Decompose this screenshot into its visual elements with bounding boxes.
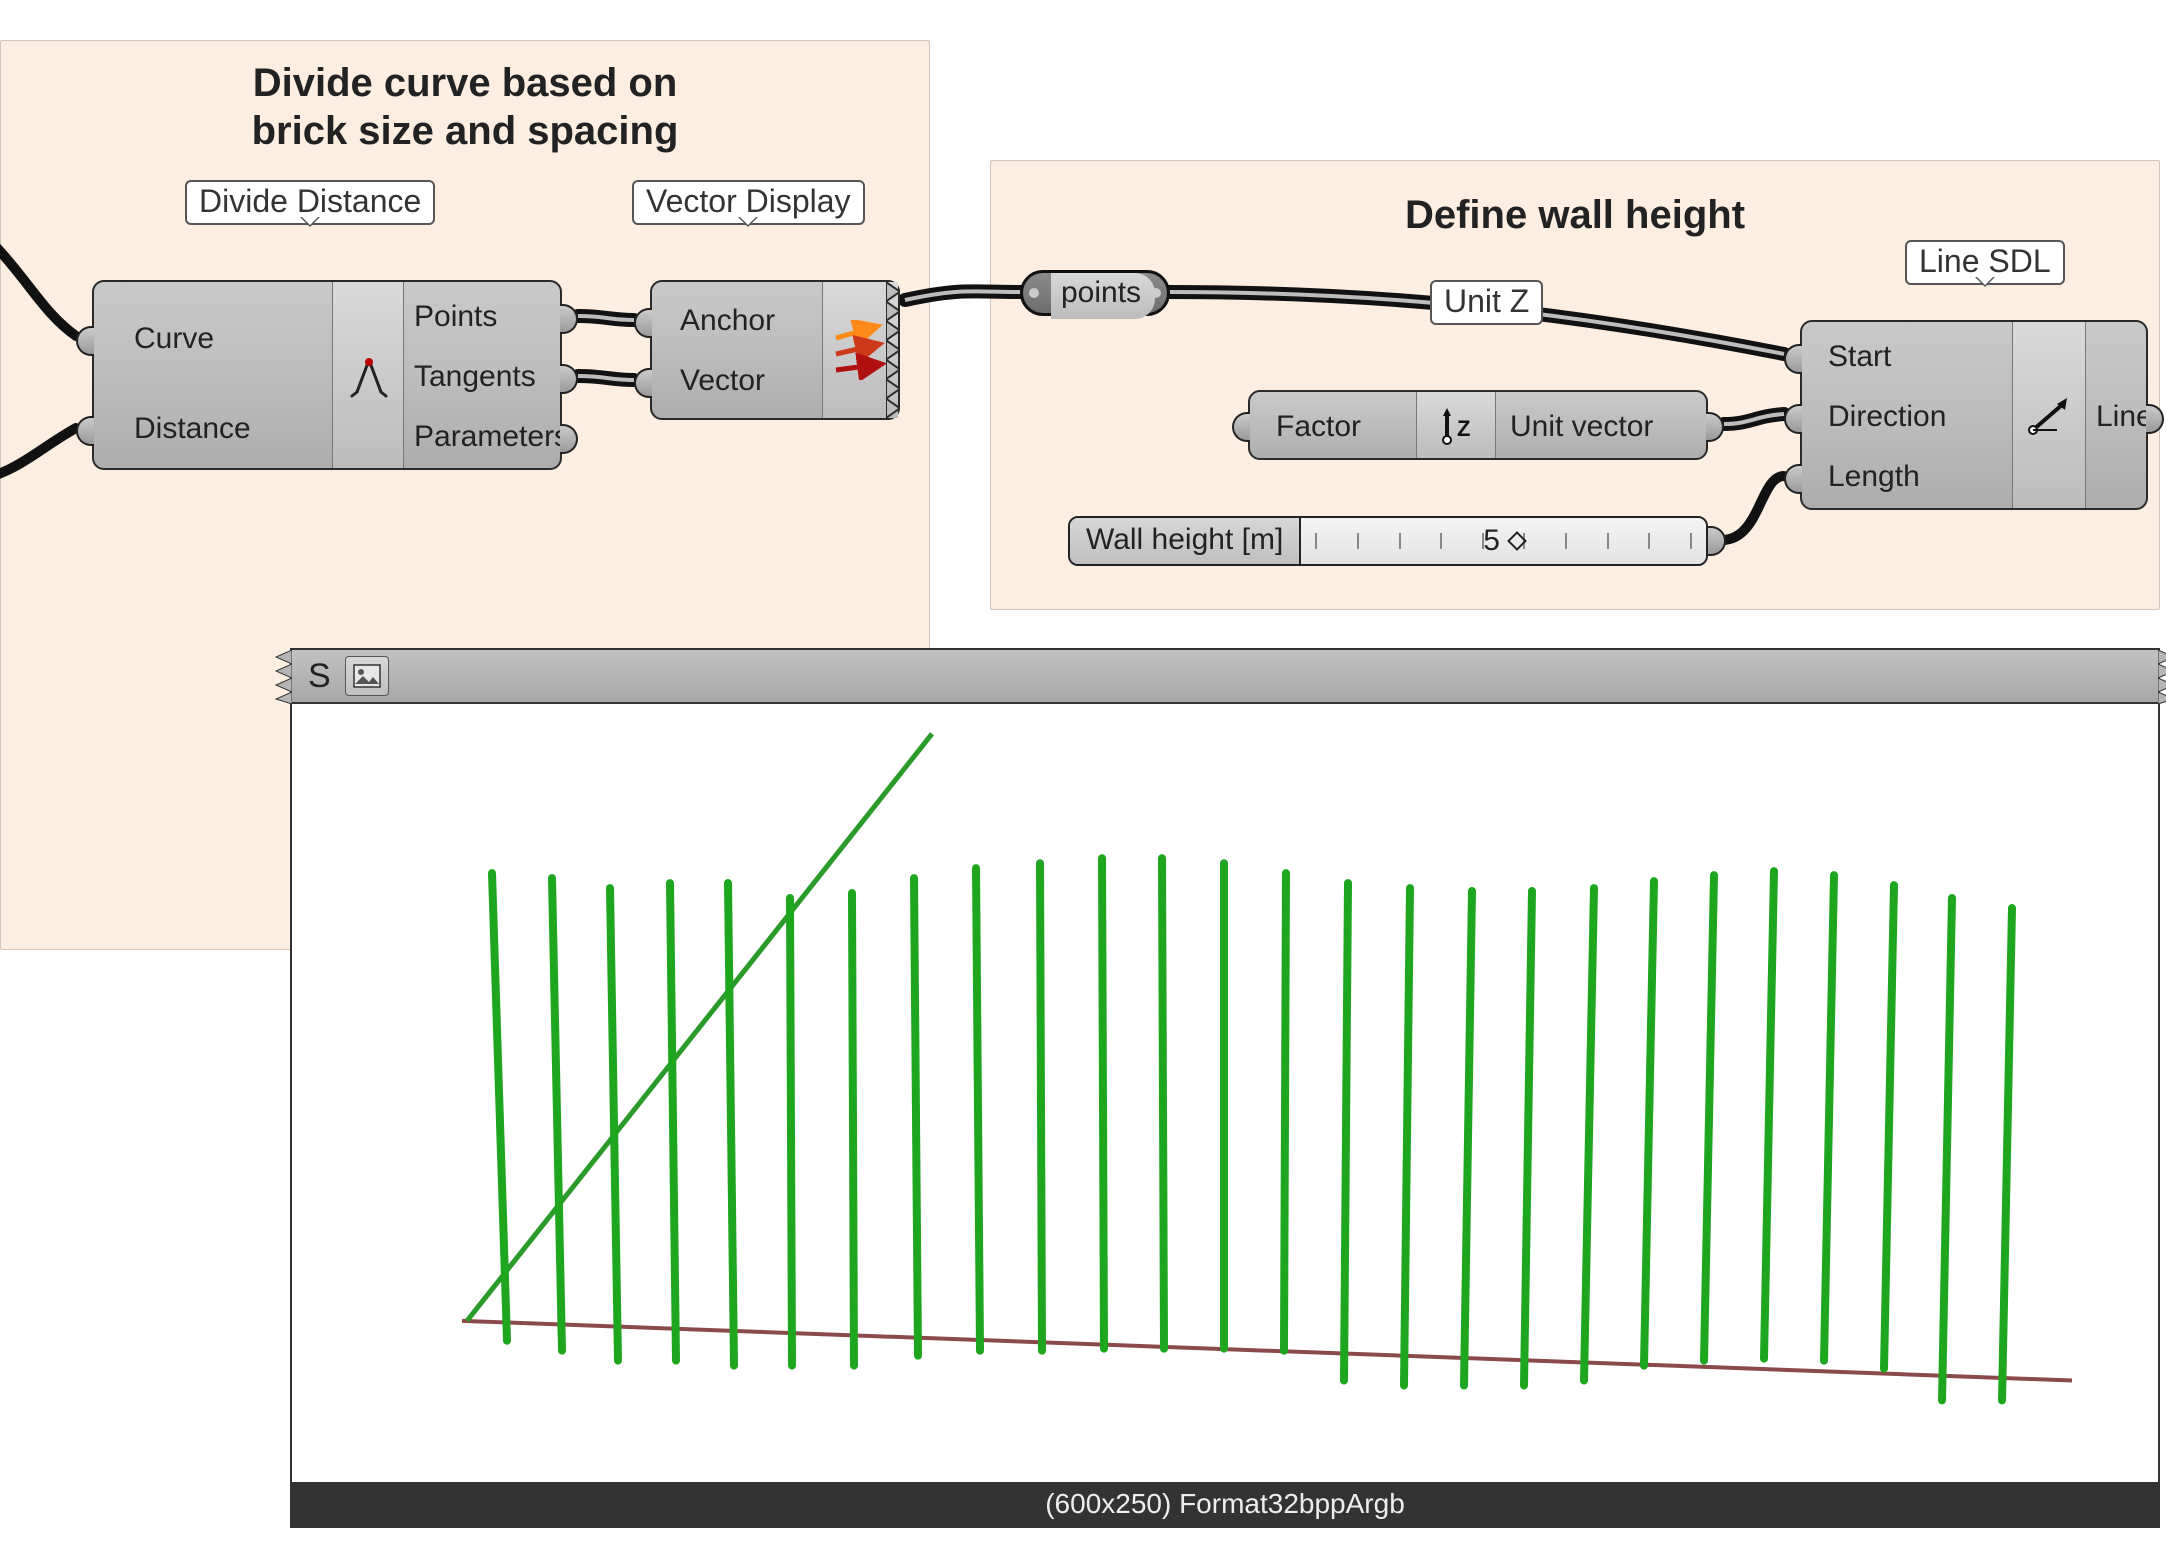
- port-line-out: Line: [2096, 400, 2153, 434]
- group-divide-title-line2: brick size and spacing: [21, 107, 909, 155]
- unit-z-icon: Z: [1435, 406, 1481, 446]
- relay-points[interactable]: points: [1020, 270, 1170, 316]
- tag-unit-z: Unit Z: [1430, 280, 1543, 325]
- relay-out[interactable]: [1151, 288, 1161, 298]
- viewport-footer-text: (600x250) Format32bppArgb: [1045, 1488, 1405, 1520]
- port-curve: Curve: [134, 322, 214, 356]
- port-anchor: Anchor: [680, 304, 775, 338]
- component-divide-distance-strip: [332, 282, 404, 468]
- component-vector-display[interactable]: Anchor Vector: [650, 280, 900, 420]
- port-length: Length: [1828, 460, 1920, 494]
- tag-vector-display: Vector Display: [632, 180, 865, 225]
- port-tangents: Tangents: [414, 360, 536, 394]
- image-icon-button[interactable]: [345, 656, 389, 696]
- group-divide-title: Divide curve based on brick size and spa…: [1, 41, 929, 175]
- tag-line-sdl: Line SDL: [1905, 240, 2065, 285]
- port-unit-vector: Unit vector: [1510, 410, 1653, 444]
- slider-wall-height-label: Wall height [m]: [1070, 518, 1301, 564]
- component-divide-distance[interactable]: Curve Distance Points Tangents Parameter…: [92, 280, 562, 470]
- port-start: Start: [1828, 340, 1891, 374]
- viewport-footer: (600x250) Format32bppArgb: [292, 1482, 2158, 1526]
- grip-line-out[interactable]: [2146, 404, 2164, 434]
- port-direction: Direction: [1828, 400, 1946, 434]
- viewport-body: [292, 704, 2158, 1482]
- port-factor: Factor: [1276, 410, 1361, 444]
- viewport-zig-left: [274, 650, 292, 702]
- viewport-header[interactable]: S: [292, 650, 2158, 704]
- component-unit-z-strip: Z: [1416, 392, 1496, 458]
- slider-ticks: [1301, 518, 1706, 564]
- relay-in[interactable]: [1029, 288, 1039, 298]
- slider-track[interactable]: 5: [1301, 518, 1706, 564]
- component-unit-z[interactable]: Z Factor Unit vector: [1248, 390, 1708, 460]
- component-line-sdl-strip: [2012, 322, 2086, 508]
- component-line-sdl[interactable]: Start Direction Length Line: [1800, 320, 2148, 510]
- relay-points-label: points: [1051, 273, 1155, 319]
- viewport-window[interactable]: S: [290, 648, 2160, 1528]
- port-parameters: Parameters: [414, 420, 569, 454]
- port-points: Points: [414, 300, 497, 334]
- port-distance: Distance: [134, 412, 251, 446]
- port-vector: Vector: [680, 364, 765, 398]
- slider-value: 5: [1483, 524, 1502, 558]
- compass-icon: [347, 354, 391, 398]
- zigzag-edge: [886, 282, 900, 418]
- slider-wall-height[interactable]: Wall height [m] 5: [1068, 516, 1708, 566]
- viewport-zig-right: [2158, 650, 2166, 702]
- viewport-header-char: S: [308, 657, 331, 696]
- group-divide-title-line1: Divide curve based on: [21, 59, 909, 107]
- svg-text:Z: Z: [1457, 416, 1470, 441]
- image-icon: [353, 664, 381, 688]
- viewport-drawing: [292, 704, 2158, 1482]
- line-sdl-icon: [2027, 396, 2073, 436]
- tag-divide-distance: Divide Distance: [185, 180, 435, 225]
